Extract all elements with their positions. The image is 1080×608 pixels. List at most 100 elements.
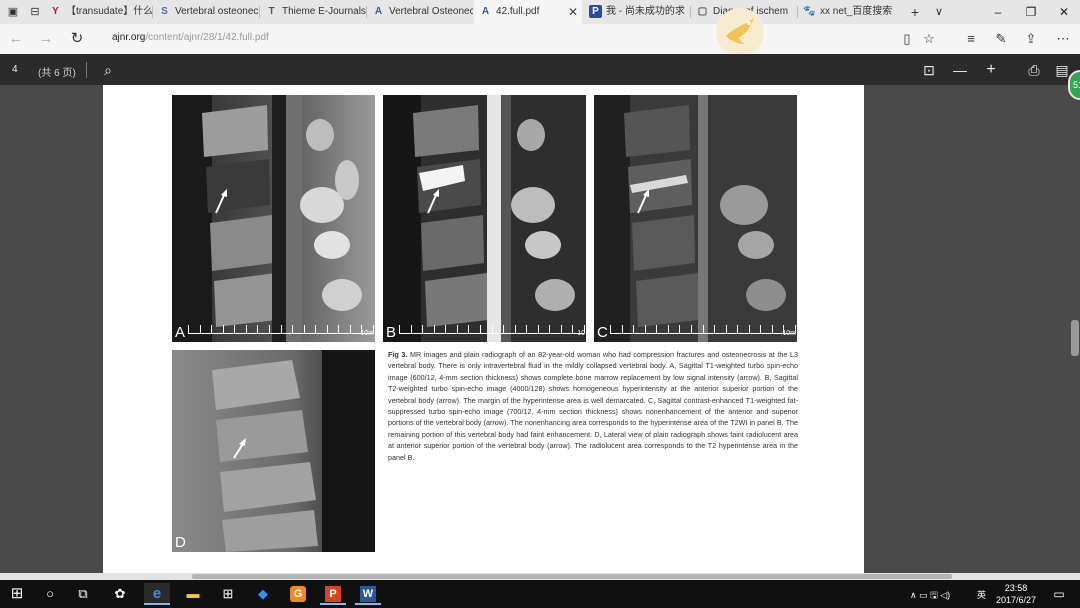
- file-explorer-icon[interactable]: ▬: [180, 583, 206, 605]
- panel-label: D: [175, 534, 186, 551]
- web-note-icon[interactable]: ✎: [990, 30, 1012, 48]
- scale-tick: [667, 325, 669, 333]
- tab-label: Vertebral osteonecr: [175, 6, 259, 17]
- url-host: ajnr.org: [112, 32, 146, 43]
- tab-list-icon[interactable]: ∨: [930, 4, 948, 20]
- more-icon[interactable]: ⋯: [1052, 30, 1074, 48]
- powerpoint-app-icon[interactable]: P: [320, 583, 346, 605]
- scale-bar: [188, 325, 374, 334]
- scale-tick: [479, 325, 481, 333]
- scale-tick: [433, 325, 435, 333]
- fit-page-icon[interactable]: ⊡: [919, 60, 939, 80]
- scale-tick: [468, 325, 470, 333]
- hub-icon[interactable]: ≡: [960, 30, 982, 48]
- search-icon[interactable]: ⌕: [98, 60, 118, 80]
- new-tab-icon[interactable]: +: [906, 4, 924, 20]
- tab-baidu-search[interactable]: 🐾 xx net_百度搜索: [798, 0, 902, 24]
- scale-tick: [257, 325, 259, 333]
- start-icon[interactable]: ⊞: [4, 583, 30, 605]
- mri-panel-a: A 10m: [172, 95, 375, 342]
- scale-tick: [199, 325, 201, 333]
- mri-panel-c: C 10m: [594, 95, 797, 342]
- orange-app-icon[interactable]: G: [285, 583, 311, 605]
- scale-tick: [514, 325, 516, 333]
- page-total: (共 6 页): [38, 68, 76, 79]
- edge-app-icon[interactable]: e: [144, 583, 170, 605]
- clock[interactable]: 23:58 2017/6/27: [994, 582, 1038, 606]
- zoom-out-icon[interactable]: —: [950, 60, 970, 80]
- panel-label: B: [386, 324, 397, 341]
- url-path: /content/ajnr/28/1/42.full.pdf: [145, 32, 269, 43]
- tab-label: Vertebral Osteonec: [389, 6, 473, 17]
- tab-preview-icon[interactable]: ▣: [4, 4, 22, 20]
- scale-tick: [268, 325, 270, 333]
- scale-tick: [222, 325, 224, 333]
- page-number-input[interactable]: 4: [12, 64, 18, 75]
- tab-bar: ▣ ⊟ Y 【transudate】什么 S Vertebral osteone…: [0, 0, 1080, 24]
- caption-lead: Fig 3.: [388, 350, 408, 359]
- figure-caption: Fig 3. MR images and plain radiograph of…: [388, 349, 798, 463]
- scale-label: 10m: [782, 330, 796, 337]
- tab-thieme[interactable]: T Thieme E-Journals -: [260, 0, 366, 24]
- tab-vertebral-osteonecr[interactable]: S Vertebral osteonecr: [153, 0, 259, 24]
- scale-tick: [714, 325, 716, 333]
- scale-tick: [771, 325, 773, 333]
- share-icon[interactable]: ⇪: [1020, 30, 1042, 48]
- scale-tick: [644, 325, 646, 333]
- tab-label: 【transudate】什么: [66, 6, 152, 17]
- forward-icon[interactable]: →: [35, 29, 57, 49]
- radiograph-panel-d: D: [172, 350, 375, 552]
- refresh-icon[interactable]: ↻: [66, 29, 88, 49]
- baidu-icon: 🐾: [803, 6, 816, 17]
- url-field[interactable]: ajnr.org/content/ajnr/28/1/42.full.pdf: [112, 32, 269, 43]
- scale-tick: [315, 325, 317, 333]
- pinwheel-app-icon[interactable]: ✿: [107, 583, 133, 605]
- ime-indicator[interactable]: 英: [977, 588, 986, 601]
- notification-center-icon[interactable]: ▭: [1046, 583, 1072, 605]
- restore-icon[interactable]: ❐: [1013, 0, 1049, 24]
- tray-icons[interactable]: ∧ ▭ 🖫 ◁): [910, 588, 950, 604]
- site-icon: S: [161, 6, 168, 17]
- zoom-in-icon[interactable]: +: [981, 60, 1001, 80]
- scale-tick: [702, 325, 704, 333]
- feather-app-icon[interactable]: ◆: [250, 583, 276, 605]
- set-aside-tabs-icon[interactable]: ⊟: [26, 4, 44, 20]
- scale-tick: [737, 325, 739, 333]
- tab-label: 我 - 尚未成功的求: [606, 6, 685, 17]
- word-app-icon[interactable]: W: [355, 583, 381, 605]
- task-view-icon[interactable]: ⧉: [70, 583, 96, 605]
- orange-app-glyph: G: [290, 586, 306, 602]
- tab-chinese-site[interactable]: P 我 - 尚未成功的求: [584, 0, 690, 24]
- clock-time: 23:58: [1004, 583, 1028, 593]
- bird-logo-icon: [716, 8, 764, 56]
- back-icon[interactable]: ←: [5, 29, 27, 49]
- close-tab-icon[interactable]: ✕: [568, 0, 578, 24]
- vertical-scrollbar[interactable]: [1071, 320, 1079, 356]
- scale-tick: [560, 325, 562, 333]
- scale-tick: [503, 325, 505, 333]
- scale-tick: [633, 325, 635, 333]
- print-icon[interactable]: ⎙: [1024, 60, 1044, 80]
- scale-tick: [245, 325, 247, 333]
- scale-tick: [572, 325, 574, 333]
- scale-tick: [422, 325, 424, 333]
- tab-42-full-pdf[interactable]: A 42.full.pdf ✕: [474, 0, 582, 24]
- page-icon: ▢: [697, 6, 708, 17]
- scrollbar-thumb[interactable]: [192, 574, 952, 579]
- scale-tick: [211, 325, 213, 333]
- close-window-icon[interactable]: ✕: [1046, 0, 1080, 24]
- minimize-icon[interactable]: –: [980, 0, 1016, 24]
- scale-label: 10: [577, 330, 585, 337]
- ajnr-icon: A: [374, 6, 383, 17]
- tab-transudate[interactable]: Y 【transudate】什么: [44, 0, 152, 24]
- tab-vertebral-osteonec[interactable]: A Vertebral Osteonec: [367, 0, 473, 24]
- mri-panel-b: B 10: [383, 95, 586, 342]
- site-icon: P: [589, 5, 602, 18]
- favorite-star-icon[interactable]: ☆: [918, 30, 940, 48]
- cortana-search-icon[interactable]: ○: [37, 583, 63, 605]
- store-app-icon[interactable]: ⊞: [215, 583, 241, 605]
- notification-badge[interactable]: 51: [1068, 70, 1080, 100]
- reading-view-icon[interactable]: ▯: [896, 30, 918, 48]
- scale-tick: [445, 325, 447, 333]
- horizontal-scrollbar[interactable]: [0, 573, 1080, 580]
